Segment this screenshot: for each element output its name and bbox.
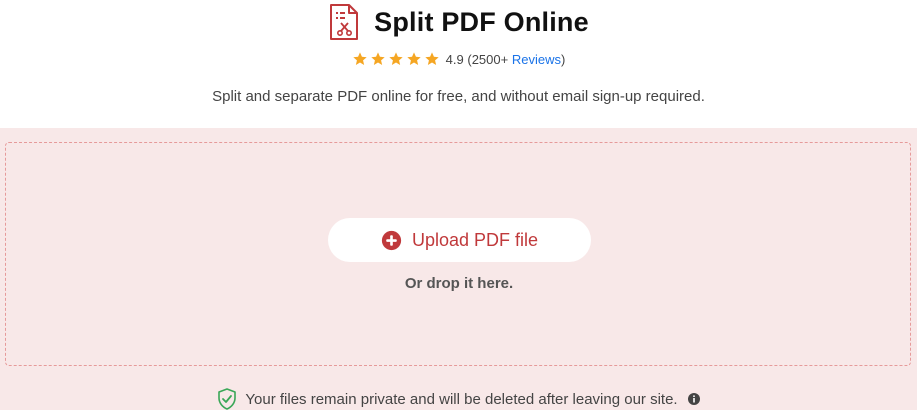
star-rating <box>352 51 440 67</box>
upload-button-label: Upload PDF file <box>411 229 539 250</box>
page-title: Split PDF Online <box>374 6 589 37</box>
title-row: Split PDF Online <box>0 0 917 44</box>
drop-hint: Or drop it here. <box>404 275 514 292</box>
rating-score: 4.9 <box>445 51 464 67</box>
star-icon <box>425 52 439 65</box>
upload-area: Upload PDF file Or drop it here. Your fi… <box>0 128 917 410</box>
plus-circle-icon <box>381 230 402 250</box>
page-header: Split PDF Online 4.9 (2500+ Reviews) Spl… <box>0 0 917 128</box>
reviews-link[interactable]: Reviews <box>512 52 561 67</box>
rating-row: 4.9 (2500+ Reviews) <box>0 51 917 67</box>
star-icon <box>353 52 367 65</box>
star-icon <box>389 52 403 65</box>
privacy-text: Your files remain private and will be de… <box>245 390 678 408</box>
star-icon <box>407 52 421 65</box>
shield-check-icon <box>218 388 237 410</box>
star-icon <box>371 52 385 65</box>
file-dropzone[interactable]: Upload PDF file Or drop it here. <box>5 142 911 366</box>
privacy-notice: Your files remain private and will be de… <box>0 388 917 410</box>
rating-count: (2500+ <box>467 51 509 67</box>
rating-closing: ) <box>560 51 566 67</box>
pdf-scissors-icon <box>330 4 359 40</box>
upload-pdf-button[interactable]: Upload PDF file <box>328 218 591 262</box>
page-subtitle: Split and separate PDF online for free, … <box>212 88 705 105</box>
info-icon[interactable] <box>687 393 700 405</box>
